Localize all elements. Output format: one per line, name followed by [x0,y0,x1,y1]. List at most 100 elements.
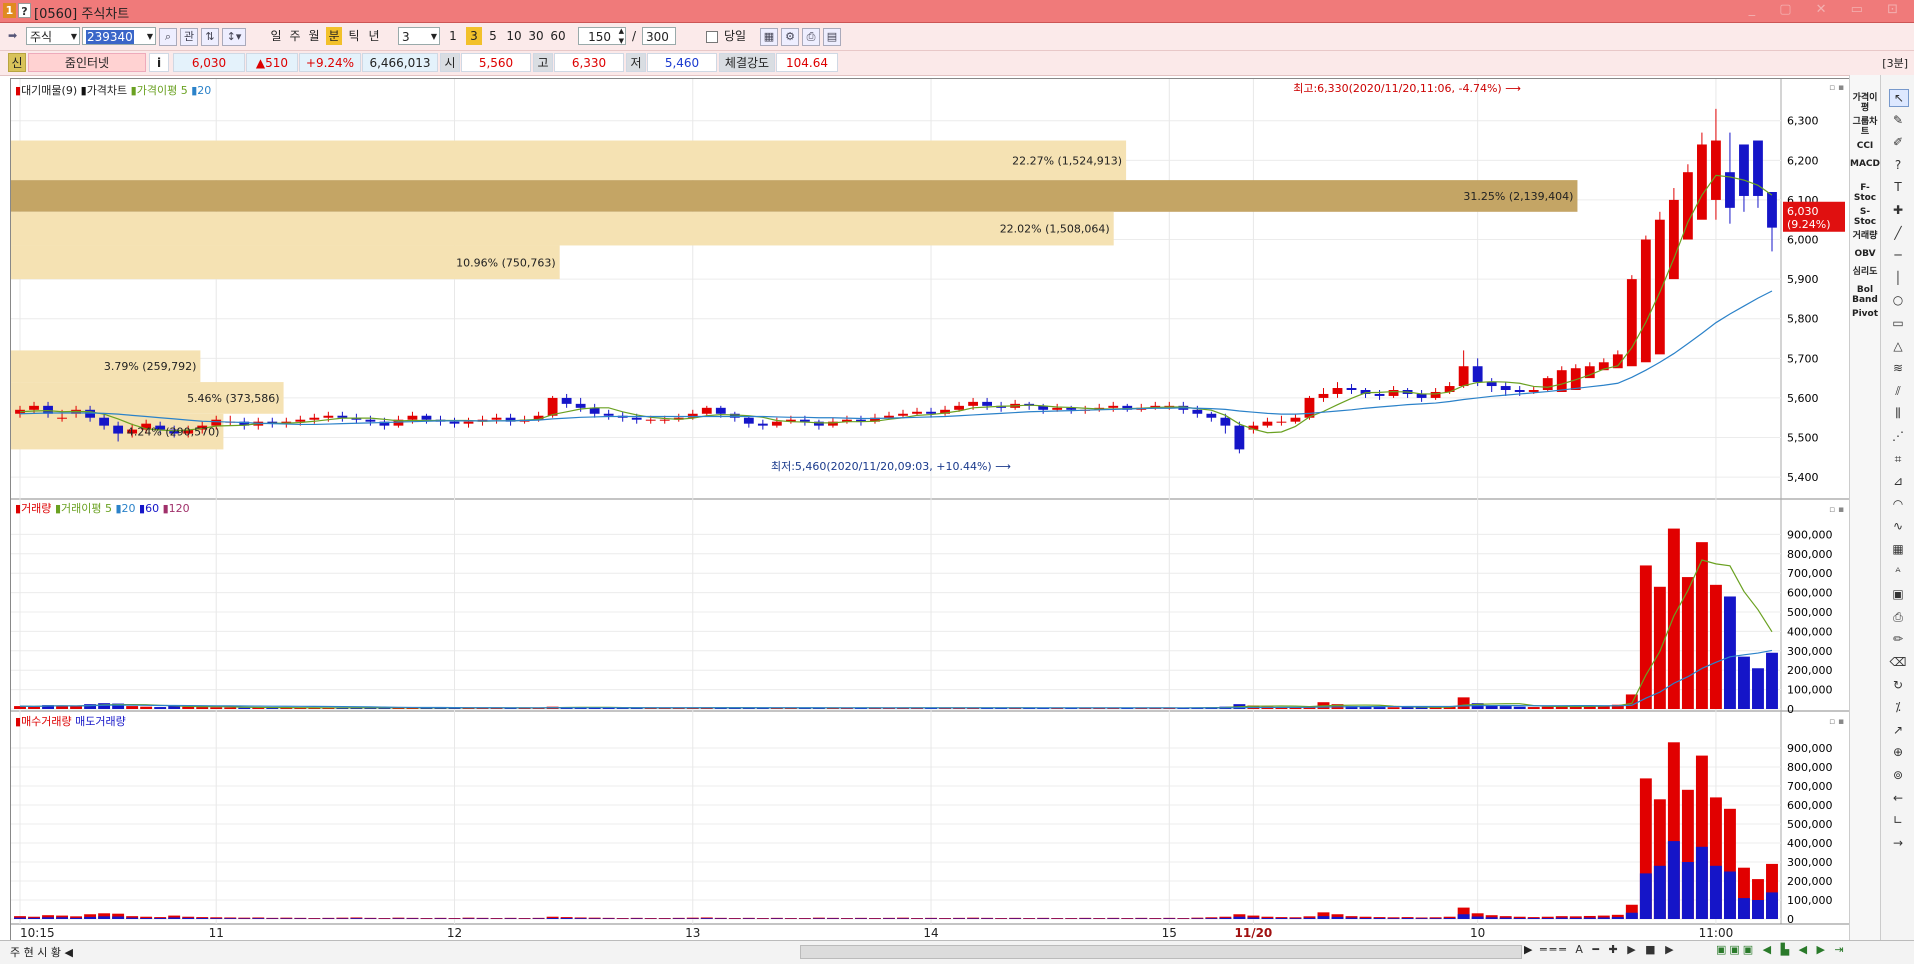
scroll-left-arrow[interactable]: ◀ [65,946,73,959]
indicator-1[interactable]: 그룹차트 [1850,117,1880,137]
chart-area[interactable]: 5,4005,5005,6005,7005,8005,9006,0006,100… [10,78,1850,942]
cycle-icon[interactable]: ↻ [1889,677,1907,693]
speed-icon[interactable]: ⌗ [1889,451,1907,467]
gwan-button[interactable]: 관 [180,28,198,46]
min-1-button[interactable]: 1 [446,26,460,46]
indicator-7[interactable]: OBV [1850,249,1880,259]
right-icon[interactable]: → [1889,835,1907,851]
legend-ma5[interactable]: 5 [181,84,188,97]
ratio-icon[interactable]: ⁒ [1889,699,1907,715]
auto-icon[interactable]: ᴬ [1889,564,1907,580]
legend-vma[interactable]: 거래이평 [61,502,101,515]
channel-icon[interactable]: ⫽ [1889,383,1907,399]
stock-name[interactable]: 줌인터넷 [28,53,146,72]
tab-hwang[interactable]: 황 [51,946,61,959]
indicator-8[interactable]: 심리도 [1850,267,1880,277]
count-stepper[interactable]: 150 ▲▼ [578,27,626,45]
line-icon[interactable]: ╱ [1889,225,1907,241]
period-year-button[interactable]: 년 [366,26,382,46]
print-icon[interactable]: ⎙ [802,28,820,46]
indicator-6[interactable]: 거래량 [1850,231,1880,241]
circle-icon[interactable]: ○ [1889,292,1907,308]
indicator-2[interactable]: CCI [1850,141,1880,151]
interval-select[interactable]: 3 ▼ [398,27,440,45]
tab-hyeon[interactable]: 현 [24,946,34,959]
mag-icon[interactable]: ⊚ [1889,767,1907,783]
horizontal-scrollbar[interactable] [800,945,1522,959]
min-3-button[interactable]: 3 [466,27,482,45]
total-input[interactable]: 300 [642,27,676,45]
brush-icon[interactable]: ✐ [1889,134,1907,150]
legend-buy[interactable]: 매수거래량 [21,715,72,728]
link-arrow-icon[interactable]: ➡ [8,30,22,42]
sort-icon[interactable]: ⇅ [201,28,219,46]
hline-icon[interactable]: ─ [1889,247,1907,263]
gear-icon[interactable]: ⚙ [781,28,799,46]
indicator-5[interactable]: S-Stoc [1850,207,1880,227]
rect-icon[interactable]: ▭ [1889,315,1907,331]
fan-icon[interactable]: ⊿ [1889,473,1907,489]
table-icon[interactable]: ▤ [823,28,841,46]
indicator-9[interactable]: Bol Band [1850,285,1880,305]
scroll-right-arrow[interactable]: ▶ [1524,943,1532,956]
stock-chart-svg[interactable]: 5,4005,5005,6005,7005,8005,9006,0006,100… [11,79,1849,941]
window-number-badge[interactable]: 1 [3,3,16,18]
legend-v120[interactable]: 120 [169,502,190,515]
market-select[interactable]: 주식 ▼ [26,27,80,45]
legend-v60[interactable]: 60 [145,502,159,515]
period-week-button[interactable]: 주 [287,26,303,46]
code-input[interactable]: 239340 ▼ [82,27,156,45]
save-icon[interactable]: ▣ [1889,586,1907,602]
search-icon[interactable]: ⌕ [159,28,177,46]
scrollbar-thumb[interactable] [801,946,1521,958]
min-30-button[interactable]: 30 [526,26,546,46]
draw-icon[interactable]: ✏ [1889,631,1907,647]
legend-vp[interactable]: 대기매물(9) [21,84,77,97]
indicator-0[interactable]: 가격이평 [1850,93,1880,113]
period-minute-button[interactable]: 분 [326,27,342,45]
legend-v5[interactable]: 5 [105,502,112,515]
indicator-3[interactable]: MACD [1850,159,1880,169]
vline-icon[interactable]: │ [1889,270,1907,286]
zoom-icon[interactable]: ⊕ [1889,744,1907,760]
gann-icon[interactable]: ⋰ [1889,428,1907,444]
min-10-button[interactable]: 10 [504,26,524,46]
print-icon[interactable]: ⎙ [1889,609,1907,625]
help-badge[interactable]: ? [18,3,31,18]
period-month-button[interactable]: 월 [306,26,322,46]
triangle-icon[interactable]: △ [1889,338,1907,354]
legend-sell[interactable]: 매도거래량 [75,715,126,728]
indicator-10[interactable]: Pivot [1850,309,1880,319]
nav-controls[interactable]: ▣▣▣ ◀ ▙ ◀ ▶ ⇥ [1716,943,1847,956]
arrow-icon[interactable]: ↗ [1889,722,1907,738]
chart-setting-icon[interactable]: ▦ [760,28,778,46]
erase2-icon[interactable]: ⌫ [1889,654,1907,670]
stepper-icon[interactable]: ↕▾ [222,28,246,46]
legend-price[interactable]: 가격차트 [87,84,127,97]
legend-vol[interactable]: 거래량 [21,502,51,515]
cursor-icon[interactable]: ↖ [1889,89,1909,107]
tab-ju[interactable]: 주 [10,946,20,959]
window-controls[interactable]: _ ▢ ✕ ▭ ⊡ [1749,2,1908,17]
andrews-icon[interactable]: ⫼ [1889,405,1907,421]
period-tick-button[interactable]: 틱 [346,26,362,46]
eraser-icon[interactable]: ✎ [1889,112,1907,128]
grid-icon[interactable]: ▦ [1889,541,1907,557]
min-5-button[interactable]: 5 [486,26,500,46]
help-icon[interactable]: ? [1889,157,1907,173]
text-icon[interactable]: T [1889,179,1907,195]
legend-v20[interactable]: 20 [122,502,136,515]
period-day-button[interactable]: 일 [268,26,284,46]
indicator-4[interactable]: F-Stoc [1850,183,1880,203]
legend-ma20[interactable]: 20 [197,84,211,97]
arc-icon[interactable]: ◠ [1889,496,1907,512]
min-60-button[interactable]: 60 [548,26,568,46]
legend-ma[interactable]: 가격이평 [137,84,177,97]
info-button[interactable]: i [149,53,169,72]
back-icon[interactable]: ← [1889,790,1907,806]
today-checkbox[interactable] [706,31,718,43]
cross-icon[interactable]: ✚ [1889,202,1907,218]
wave-icon[interactable]: ∿ [1889,518,1907,534]
fib-icon[interactable]: ≋ [1889,360,1907,376]
corner-icon[interactable]: ∟ [1889,812,1907,828]
